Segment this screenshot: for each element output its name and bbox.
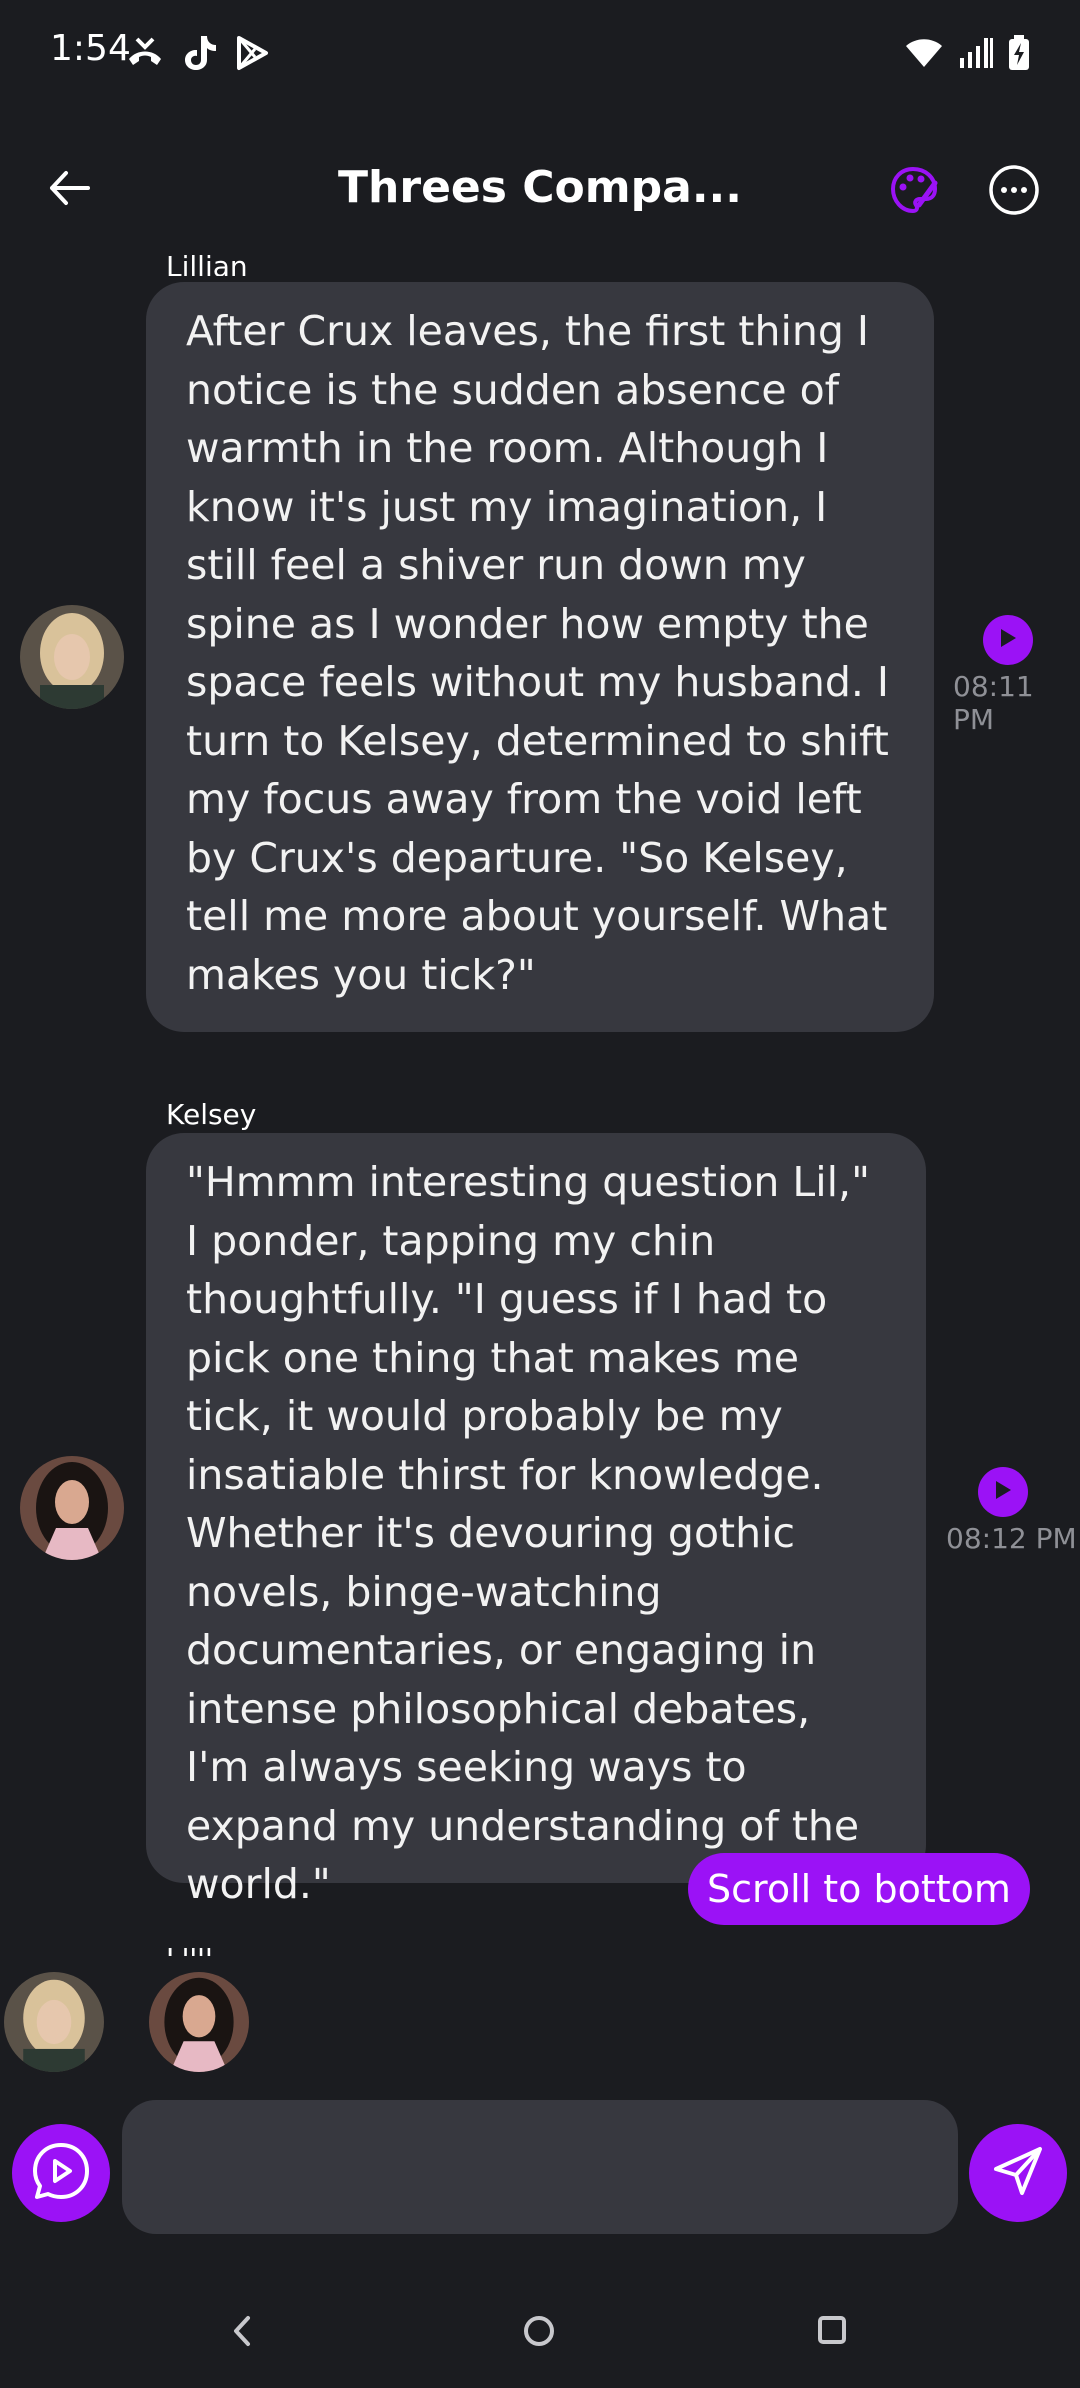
system-nav-bar [0,2290,1080,2370]
send-button[interactable] [969,2124,1067,2222]
scroll-to-bottom-button[interactable]: Scroll to bottom [688,1853,1030,1925]
message-bubble[interactable]: "Hmmm interesting question Lil," I ponde… [146,1133,926,1908]
message-time: 08:12 PM [946,1522,1077,1555]
nav-back-icon[interactable] [228,2314,256,2352]
palette-button[interactable] [882,160,946,224]
play-store-icon [235,35,269,75]
nav-home-icon[interactable] [522,2314,556,2352]
status-left-icons [125,30,269,80]
voice-chat-button[interactable] [12,2124,110,2222]
message-sender: Kelsey [166,1098,257,1131]
battery-charging-icon [1008,35,1030,75]
status-time: 1:54 [50,28,131,69]
avatar[interactable] [20,605,124,709]
play-icon [998,627,1018,653]
participant-avatar[interactable] [149,1972,249,2072]
wifi-icon [904,37,944,73]
message-time: 08:11 PM [953,670,1034,736]
palette-icon [889,165,939,219]
message-sender: Lillian [166,250,248,276]
avatar[interactable] [20,1456,124,1560]
play-audio-button[interactable] [983,615,1033,665]
status-right-icons [904,30,1030,80]
participant-avatar[interactable] [4,1972,104,2072]
play-chat-bubble-icon [30,2140,92,2206]
play-audio-button[interactable] [978,1467,1028,1517]
more-horizontal-icon [988,164,1040,220]
nav-recents-icon[interactable] [816,2314,848,2350]
message-bubble[interactable]: After Crux leaves, the first thing I not… [146,282,934,1032]
send-icon [990,2143,1046,2203]
message-sender: Lilli [166,1948,213,1956]
message-input[interactable] [122,2100,958,2234]
more-options-button[interactable] [982,160,1046,224]
missed-call-icon [125,35,165,75]
play-icon [993,1479,1013,1505]
signal-icon [958,36,994,74]
tiktok-icon [183,34,217,76]
